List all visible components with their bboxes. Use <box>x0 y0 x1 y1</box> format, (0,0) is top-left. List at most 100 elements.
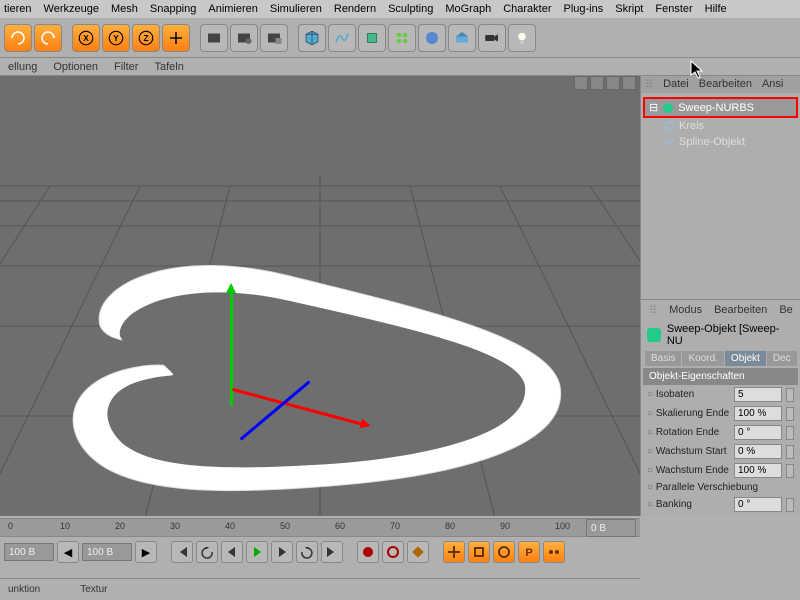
subbar-item[interactable]: ellung <box>8 61 37 73</box>
sweep-icon <box>647 328 661 342</box>
step-back-icon[interactable]: ◀ <box>57 541 79 563</box>
record-button[interactable] <box>357 541 379 563</box>
menu-item[interactable]: Fenster <box>655 3 692 15</box>
subbar-item[interactable]: Tafeln <box>154 61 183 73</box>
step-fwd-icon[interactable]: ▶ <box>135 541 157 563</box>
axis-x-button[interactable]: X <box>72 24 100 52</box>
tl-tick: 50 <box>280 521 290 531</box>
object-item-spline[interactable]: Spline-Objekt <box>643 134 798 150</box>
cube-primitive-button[interactable] <box>298 24 326 52</box>
menu-item[interactable]: Snapping <box>150 3 197 15</box>
play-button[interactable] <box>246 541 268 563</box>
bottom-label[interactable]: Textur <box>80 584 107 595</box>
menu-item[interactable]: Charakter <box>503 3 551 15</box>
frame-start-field[interactable]: 100 B <box>4 543 54 561</box>
autokey-button[interactable] <box>382 541 404 563</box>
bottom-label[interactable]: unktion <box>8 584 40 595</box>
deformer-button[interactable] <box>418 24 446 52</box>
light-button[interactable] <box>508 24 536 52</box>
menu-item[interactable]: Animieren <box>208 3 258 15</box>
frame-current-field[interactable]: 100 B <box>82 543 132 561</box>
menu-item[interactable]: Skript <box>615 3 643 15</box>
sweep-icon <box>662 102 674 114</box>
tl-tick: 20 <box>115 521 125 531</box>
camera-button[interactable] <box>478 24 506 52</box>
tl-tick: 30 <box>170 521 180 531</box>
render-region-button[interactable] <box>230 24 258 52</box>
timeline-end-field[interactable]: 0 B <box>586 519 636 537</box>
panel-tab[interactable]: Bearbeiten <box>699 78 752 91</box>
render-view-button[interactable] <box>200 24 228 52</box>
tab-koord[interactable]: Koord. <box>682 351 723 366</box>
goto-end-button[interactable] <box>321 541 343 563</box>
prop-value-input[interactable]: 100 % <box>734 463 782 478</box>
menu-item[interactable]: Mesh <box>111 3 138 15</box>
panel-tab[interactable]: Datei <box>663 78 689 91</box>
spinner-icon[interactable] <box>786 445 794 459</box>
panel-tab[interactable]: Ansi <box>762 78 783 91</box>
menu-item[interactable]: Simulieren <box>270 3 322 15</box>
scale-key-button[interactable] <box>468 541 490 563</box>
perspective-viewport[interactable] <box>0 76 640 516</box>
svg-text:P: P <box>525 547 532 559</box>
attr-menu[interactable]: Be <box>779 304 792 317</box>
viewport-nav-icon[interactable] <box>574 76 588 90</box>
prop-label: Parallele Verschiebung <box>647 482 794 493</box>
viewport-nav-icon[interactable] <box>590 76 604 90</box>
tl-tick: 10 <box>60 521 70 531</box>
pla-key-button[interactable] <box>543 541 565 563</box>
material-bar: unktion Textur <box>0 578 640 600</box>
menu-item[interactable]: tieren <box>4 3 32 15</box>
param-key-button[interactable]: P <box>518 541 540 563</box>
spinner-icon[interactable] <box>786 388 794 402</box>
environment-button[interactable] <box>448 24 476 52</box>
menu-item[interactable]: Hilfe <box>705 3 727 15</box>
menu-item[interactable]: Werkzeuge <box>44 3 99 15</box>
menu-item[interactable]: Sculpting <box>388 3 433 15</box>
tab-objekt[interactable]: Objekt <box>725 351 766 366</box>
subbar-item[interactable]: Filter <box>114 61 138 73</box>
object-item-kreis[interactable]: Kreis <box>643 118 798 134</box>
nurbs-button[interactable] <box>358 24 386 52</box>
prop-value-input[interactable]: 5 <box>734 387 782 402</box>
redo-button[interactable] <box>34 24 62 52</box>
viewport-nav-icon[interactable] <box>606 76 620 90</box>
tab-deck[interactable]: Dec <box>767 351 797 366</box>
object-label: Spline-Objekt <box>679 136 745 148</box>
undo-button[interactable] <box>4 24 32 52</box>
move-key-button[interactable] <box>443 541 465 563</box>
menu-item[interactable]: Plug-ins <box>564 3 604 15</box>
next-frame-button[interactable] <box>271 541 293 563</box>
spinner-icon[interactable] <box>786 464 794 478</box>
prop-value-input[interactable]: 0 ° <box>734 497 782 512</box>
timeline-ruler[interactable]: 0 10 20 30 40 50 60 70 80 90 100 0 B <box>0 519 640 537</box>
keyframe-options-button[interactable] <box>407 541 429 563</box>
axis-y-button[interactable]: Y <box>102 24 130 52</box>
attr-menu[interactable]: Modus <box>669 304 702 317</box>
rotate-key-button[interactable] <box>493 541 515 563</box>
expand-icon[interactable]: ⊟ <box>649 101 658 114</box>
prop-label: Wachstum Start <box>647 446 730 457</box>
axis-z-button[interactable]: Z <box>132 24 160 52</box>
prop-value-input[interactable]: 0 % <box>734 444 782 459</box>
array-button[interactable] <box>388 24 416 52</box>
spinner-icon[interactable] <box>786 426 794 440</box>
spinner-icon[interactable] <box>786 407 794 421</box>
attr-menu[interactable]: Bearbeiten <box>714 304 767 317</box>
object-item-sweep-nurbs[interactable]: ⊟ Sweep-NURBS <box>643 97 798 118</box>
subbar-item[interactable]: Optionen <box>53 61 98 73</box>
render-settings-button[interactable] <box>260 24 288 52</box>
rewind-button[interactable] <box>196 541 218 563</box>
prop-value-input[interactable]: 100 % <box>734 406 782 421</box>
menu-item[interactable]: Rendern <box>334 3 376 15</box>
prev-frame-button[interactable] <box>221 541 243 563</box>
forward-button[interactable] <box>296 541 318 563</box>
axis-toggle-button[interactable] <box>162 24 190 52</box>
tab-basis[interactable]: Basis <box>645 351 681 366</box>
goto-start-button[interactable] <box>171 541 193 563</box>
spline-button[interactable] <box>328 24 356 52</box>
menu-item[interactable]: MoGraph <box>445 3 491 15</box>
viewport-nav-icon[interactable] <box>622 76 636 90</box>
prop-value-input[interactable]: 0 ° <box>734 425 782 440</box>
spinner-icon[interactable] <box>786 498 794 512</box>
